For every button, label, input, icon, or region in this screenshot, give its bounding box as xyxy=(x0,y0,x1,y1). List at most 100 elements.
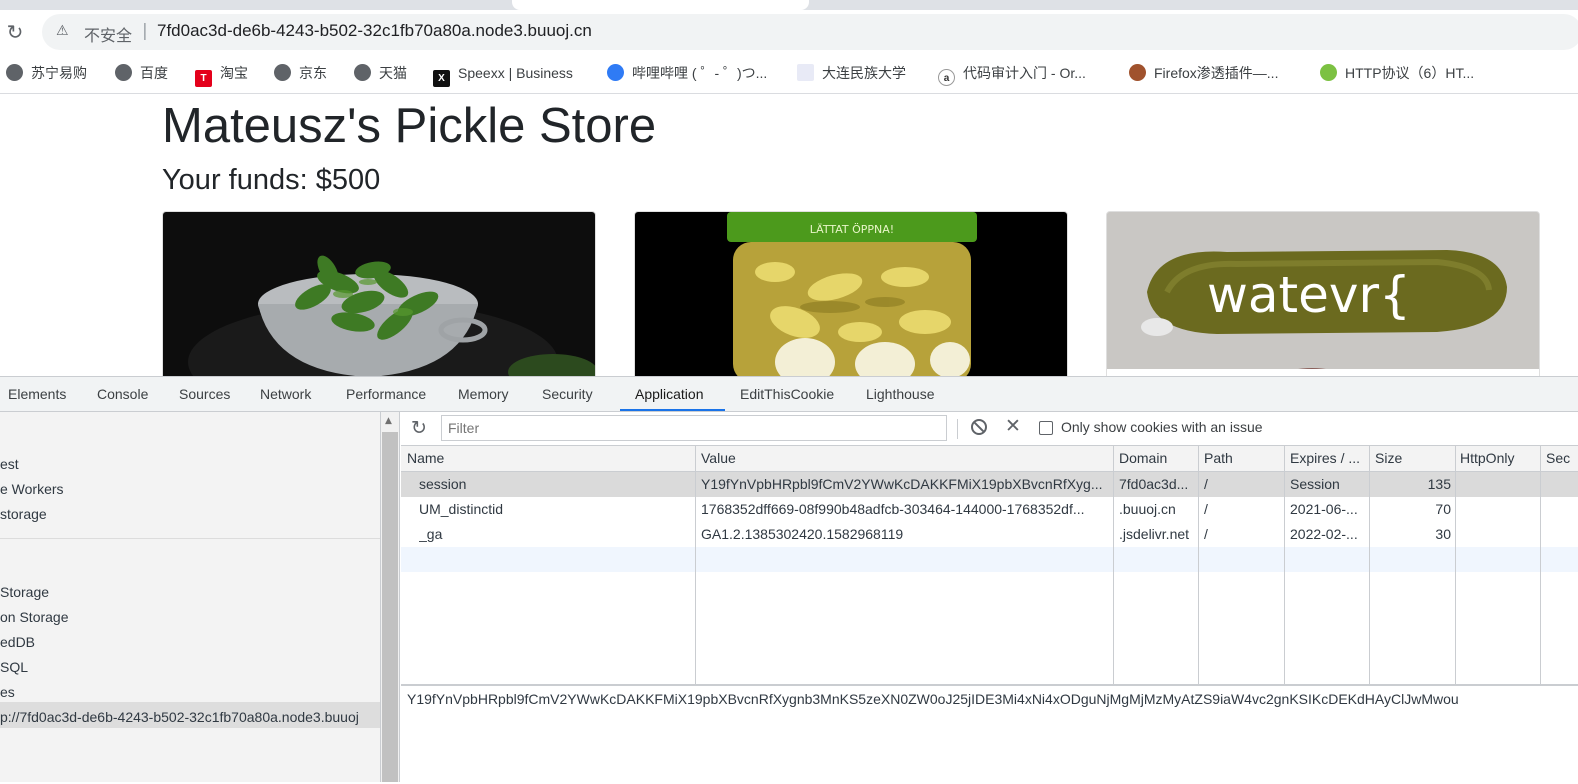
cookie-path: / xyxy=(1204,476,1208,492)
scrollbar-thumb[interactable] xyxy=(382,432,398,782)
sidebar-item-web-sql[interactable]: SQL xyxy=(0,659,28,675)
product-card-flag-pickle[interactable]: watevr{ xyxy=(1106,211,1540,376)
cookie-name: session xyxy=(419,476,467,492)
bookmark-jd[interactable]: 京东 xyxy=(274,63,327,83)
cookie-size: 30 xyxy=(1435,526,1451,542)
column-divider[interactable] xyxy=(1455,446,1456,684)
column-divider[interactable] xyxy=(1113,446,1114,684)
column-divider[interactable] xyxy=(695,446,696,684)
address-bar[interactable]: ⚠ 不安全 | 7fd0ac3d-de6b-4243-b502-32c1fb70… xyxy=(42,14,1578,50)
cookie-name: _ga xyxy=(419,526,443,542)
url-text[interactable]: 7fd0ac3d-de6b-4243-b502-32c1fb70a80a.nod… xyxy=(157,21,592,41)
cookie-expires: 2021-06-... xyxy=(1290,501,1358,517)
product-card-jar[interactable]: LÄTTAT ÖPPNA! xyxy=(634,211,1068,376)
table-row[interactable]: session Y19fYnVpbHRpbl9fCmV2YWwKcDAKKFMi… xyxy=(401,472,1578,497)
column-divider[interactable] xyxy=(1284,446,1285,684)
tab-network[interactable]: Network xyxy=(260,386,311,402)
bookmark-http[interactable]: HTTP协议（6）HT... xyxy=(1320,63,1474,83)
page-title: Mateusz's Pickle Store xyxy=(162,99,657,153)
bookmark-code-audit[interactable]: a 代码审计入门 - Or... xyxy=(938,63,1086,86)
cookie-size: 135 xyxy=(1427,476,1451,492)
product-card-colander[interactable] xyxy=(162,211,596,376)
sidebar-item-manifest[interactable]: est xyxy=(0,456,19,472)
active-tab[interactable] xyxy=(512,0,809,10)
filter-input[interactable] xyxy=(441,415,947,441)
cookie-value-full-text[interactable]: Y19fYnVpbHRpbl9fCmV2YWwKcDAKKFMiX19pbXBv… xyxy=(407,691,1459,707)
scroll-up-arrow-icon[interactable]: ▲ xyxy=(385,416,392,426)
tab-performance[interactable]: Performance xyxy=(346,386,426,402)
cookie-expires: 2022-02-... xyxy=(1290,526,1358,542)
sidebar-item-cookie-origin[interactable]: p://7fd0ac3d-de6b-4243-b502-32c1fb70a80a… xyxy=(0,709,359,725)
column-secure[interactable]: Sec xyxy=(1546,450,1570,466)
application-sidebar: est e Workers storage Storage on Storage… xyxy=(0,412,381,782)
table-row[interactable]: UM_distinctid 1768352dff669-08f990b48adf… xyxy=(401,497,1578,522)
bookmark-speexx[interactable]: X Speexx | Business xyxy=(433,63,573,87)
column-size[interactable]: Size xyxy=(1375,450,1402,466)
security-label: 不安全 xyxy=(84,26,133,45)
tab-sources[interactable]: Sources xyxy=(179,386,230,402)
page-viewport: Mateusz's Pickle Store Your funds: $500 xyxy=(0,94,1578,376)
sidebar-item-clear-storage[interactable]: storage xyxy=(0,506,47,522)
tab-editthiscookie[interactable]: EditThisCookie xyxy=(740,386,834,402)
table-row[interactable]: _ga GA1.2.1385302420.1582968119 .jsdeliv… xyxy=(401,522,1578,547)
only-issues-checkbox[interactable] xyxy=(1039,421,1053,435)
sidebar-divider xyxy=(0,538,380,539)
column-divider[interactable] xyxy=(1198,446,1199,684)
column-domain[interactable]: Domain xyxy=(1119,450,1167,466)
bookmark-baidu[interactable]: 百度 xyxy=(115,63,168,83)
tab-console[interactable]: Console xyxy=(97,386,148,402)
devtools-tabbar: Elements Console Sources Network Perform… xyxy=(0,377,1578,412)
site-icon: a xyxy=(938,69,955,86)
sidebar-item-service-workers[interactable]: e Workers xyxy=(0,481,64,497)
column-expires[interactable]: Expires / ... xyxy=(1290,450,1360,466)
cookie-value: GA1.2.1385302420.1582968119 xyxy=(701,526,904,542)
sidebar-item-local-storage[interactable]: Storage xyxy=(0,584,49,600)
devtools-panel: Elements Console Sources Network Perform… xyxy=(0,376,1578,784)
clear-all-cookies-icon[interactable] xyxy=(971,419,987,435)
cookie-value: 1768352dff669-08f990b48adfcb-303464-1440… xyxy=(701,501,1085,517)
tab-elements[interactable]: Elements xyxy=(8,386,66,402)
column-divider[interactable] xyxy=(1540,446,1541,684)
cookie-filter-bar: ↻ ✕ Only show cookies with an issue xyxy=(401,412,1578,446)
bookmark-dlnu[interactable]: 大连民族大学 xyxy=(797,63,906,83)
cookie-expires: Session xyxy=(1290,476,1340,492)
bookmark-tmall[interactable]: 天猫 xyxy=(354,63,407,83)
cookies-panel: ↻ ✕ Only show cookies with an issue Name… xyxy=(401,412,1578,784)
sidebar-item-session-storage[interactable]: on Storage xyxy=(0,609,69,625)
globe-icon xyxy=(6,64,23,81)
leaf-icon xyxy=(1320,64,1337,81)
sidebar-item-indexeddb[interactable]: edDB xyxy=(0,634,35,650)
column-name[interactable]: Name xyxy=(407,450,444,466)
speexx-icon: X xyxy=(433,70,450,87)
sidebar-item-cookies[interactable]: es xyxy=(0,684,15,700)
pickle-jar-image: LÄTTAT ÖPPNA! xyxy=(635,212,1067,376)
column-divider[interactable] xyxy=(1369,446,1370,684)
bookmark-bilibili[interactable]: 哔哩哔哩 ( ゜- ゜)つ... xyxy=(607,63,767,83)
cookie-path: / xyxy=(1204,501,1208,517)
tab-application[interactable]: Application xyxy=(635,386,704,402)
bookmark-firefox-plugins[interactable]: Firefox渗透插件—... xyxy=(1129,63,1278,83)
funds-label: Your funds: $500 xyxy=(162,164,381,196)
tab-lighthouse[interactable]: Lighthouse xyxy=(866,386,935,402)
column-httponly[interactable]: HttpOnly xyxy=(1460,450,1514,466)
bookmark-taobao[interactable]: T 淘宝 xyxy=(195,63,248,87)
colander-pickles-image xyxy=(163,212,595,376)
cookie-value-preview: Y19fYnVpbHRpbl9fCmV2YWwKcDAKKFMiX19pbXBv… xyxy=(401,684,1578,784)
cookie-path: / xyxy=(1204,526,1208,542)
reload-icon[interactable]: ↻ xyxy=(4,21,26,43)
bookmark-suning[interactable]: 苏宁易购 xyxy=(6,63,87,83)
bilibili-icon xyxy=(607,64,624,81)
cookies-table: Name Value Domain Path Expires / ... Siz… xyxy=(401,446,1578,684)
tab-security[interactable]: Security xyxy=(542,386,593,402)
column-path[interactable]: Path xyxy=(1204,450,1233,466)
sidebar-scrollbar[interactable]: ▲ xyxy=(381,412,400,782)
page-icon xyxy=(797,64,814,81)
firefox-plugin-icon xyxy=(1129,64,1146,81)
jar-lid-label: LÄTTAT ÖPPNA! xyxy=(810,223,894,236)
delete-selected-icon[interactable]: ✕ xyxy=(1005,415,1021,437)
tab-memory[interactable]: Memory xyxy=(458,386,509,402)
refresh-icon[interactable]: ↻ xyxy=(411,417,427,439)
column-value[interactable]: Value xyxy=(701,450,736,466)
table-header: Name Value Domain Path Expires / ... Siz… xyxy=(401,446,1578,472)
browser-toolbar: ↻ ⚠ 不安全 | 7fd0ac3d-de6b-4243-b502-32c1fb… xyxy=(0,10,1578,55)
